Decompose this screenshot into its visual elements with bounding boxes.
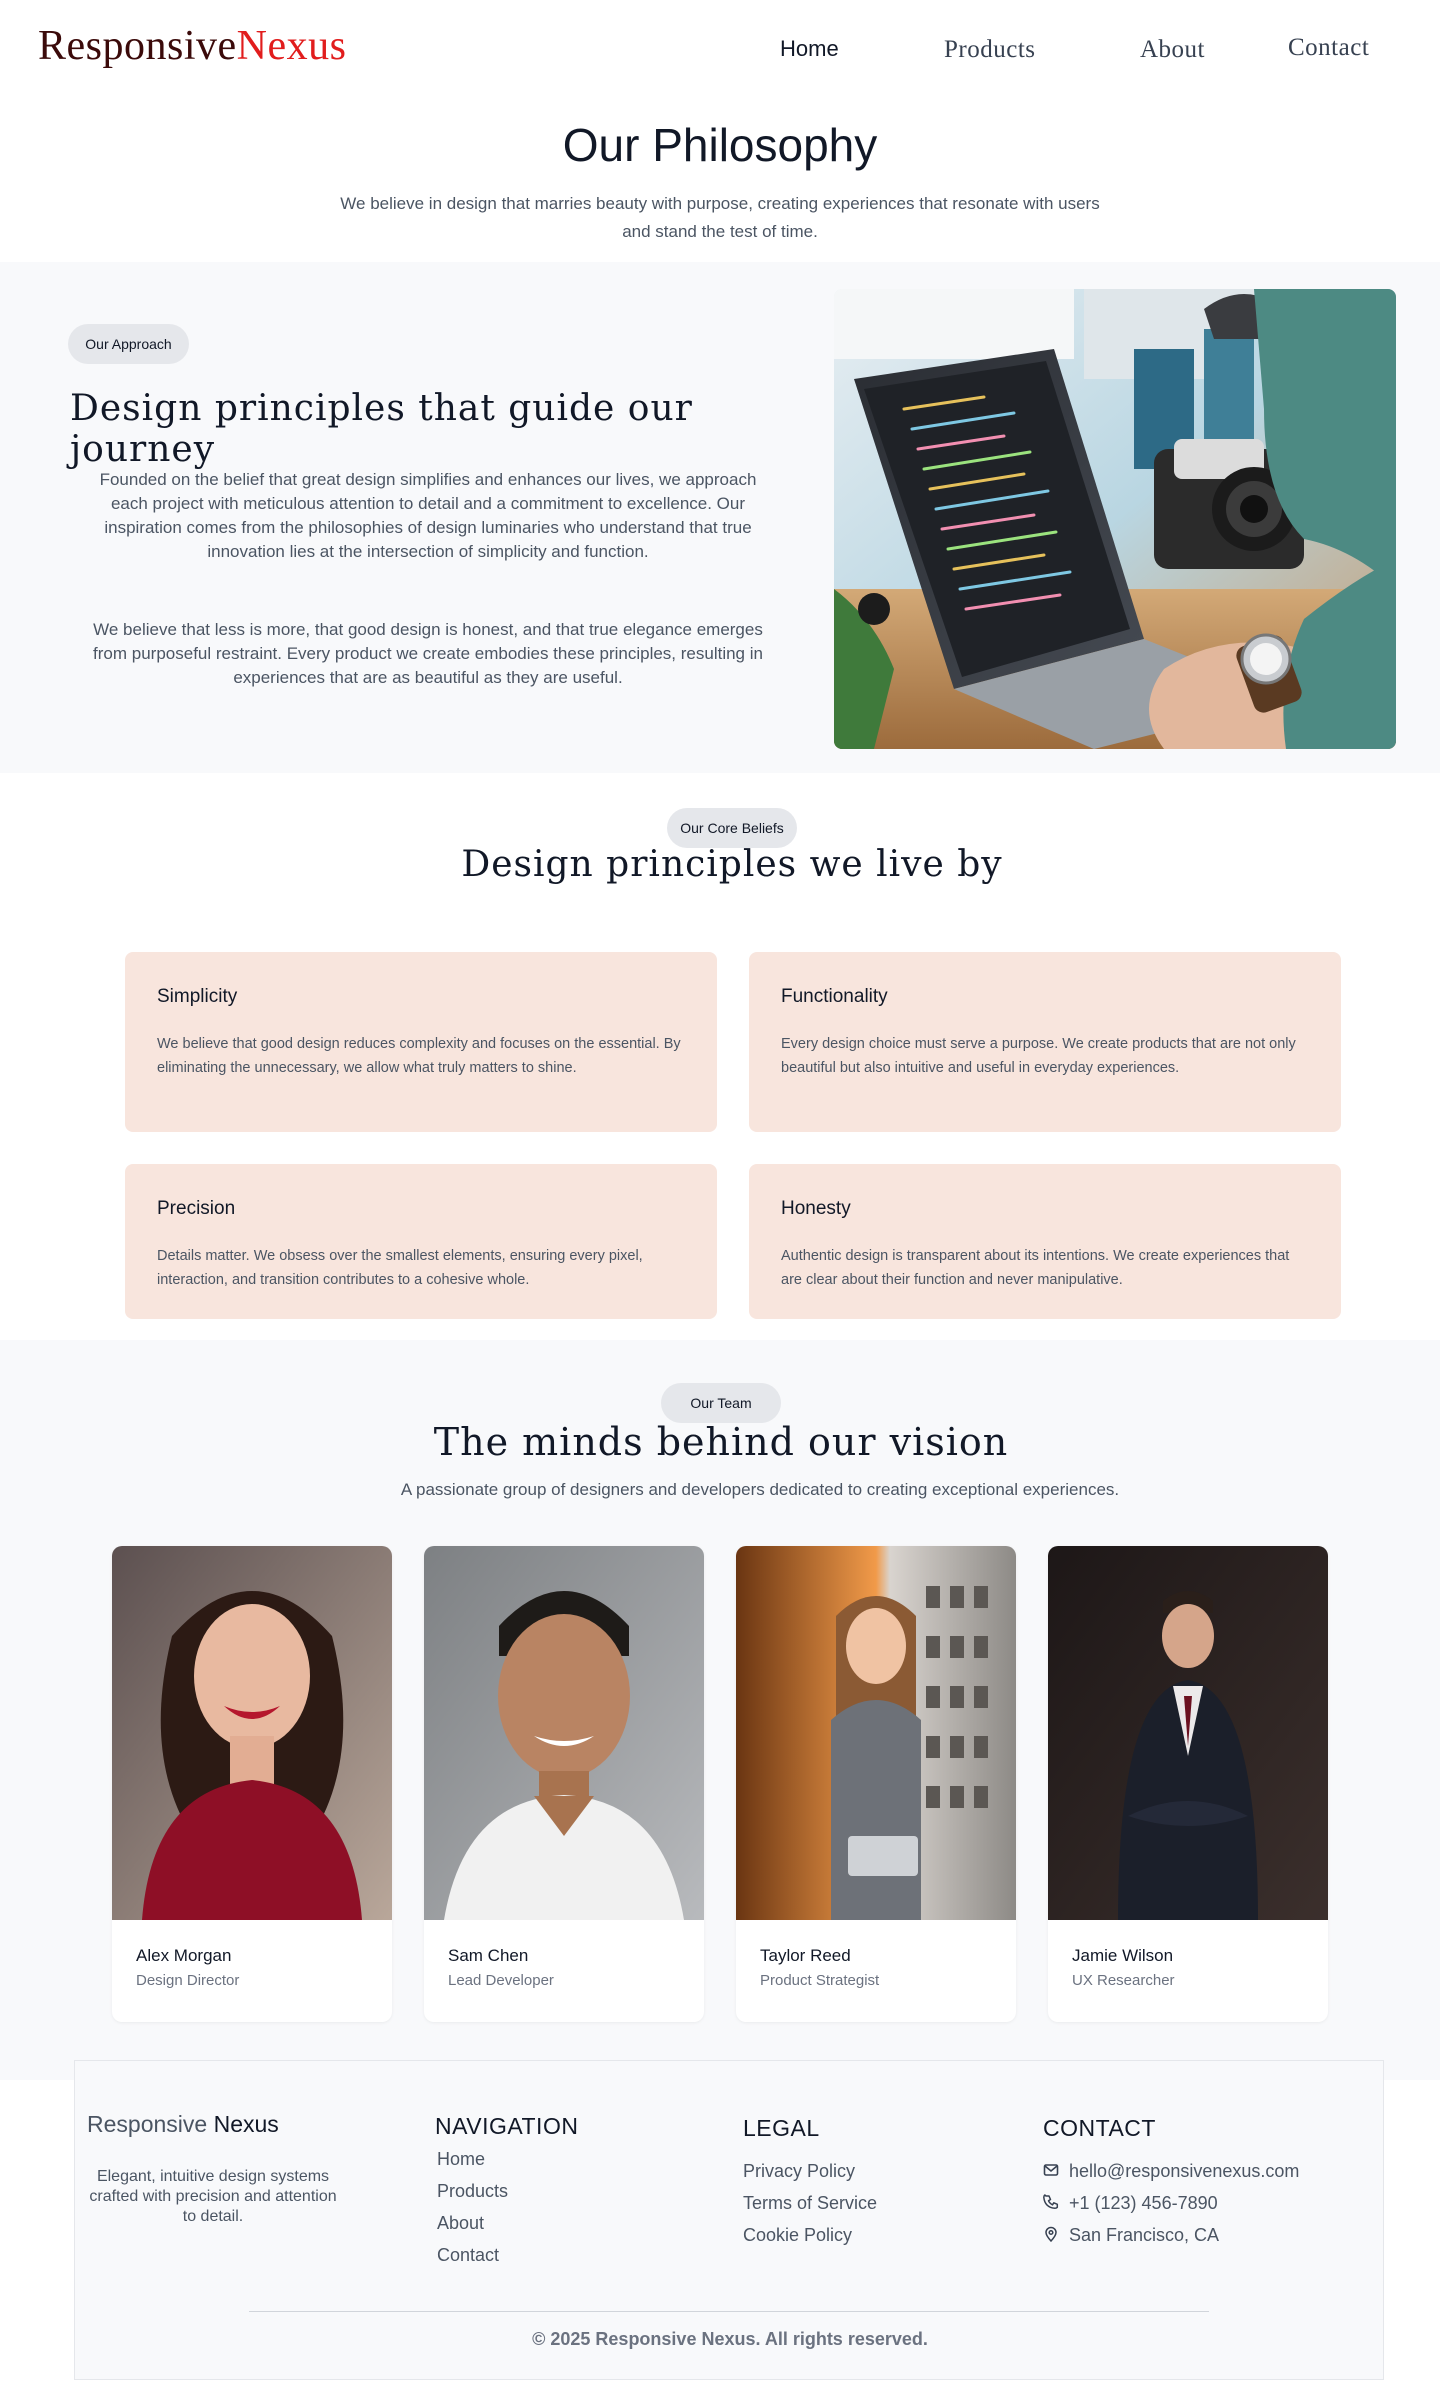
belief-card-title: Functionality	[781, 986, 888, 1007]
team-heading: The minds behind our vision	[433, 1420, 1009, 1464]
team-section: Our Team The minds behind our vision A p…	[0, 1340, 1440, 2080]
footer-link-home[interactable]: Home	[437, 2149, 485, 2170]
belief-card-precision: Precision Details matter. We obsess over…	[125, 1164, 717, 1319]
footer-legal-heading: LEGAL	[743, 2115, 820, 2141]
laptop-workspace-image	[834, 289, 1396, 749]
member-photo	[1048, 1546, 1328, 1920]
footer-link-contact[interactable]: Contact	[437, 2245, 499, 2266]
approach-heading: Design principles that guide our journey	[70, 388, 693, 470]
map-pin-icon	[1043, 2226, 1061, 2247]
footer-link-about[interactable]: About	[437, 2213, 484, 2234]
beliefs-badge: Our Core Beliefs	[667, 808, 797, 848]
footer-brand[interactable]: Responsive Nexus	[87, 2111, 279, 2138]
member-name: Taylor Reed	[760, 1946, 851, 1965]
footer-email-text: hello@responsivenexus.com	[1069, 2161, 1300, 2181]
footer-phone-text: +1 (123) 456-7890	[1069, 2193, 1218, 2213]
footer-phone[interactable]: +1 (123) 456-7890	[1043, 2193, 1218, 2215]
belief-card-title: Simplicity	[157, 986, 238, 1007]
footer-link-privacy[interactable]: Privacy Policy	[743, 2161, 855, 2182]
team-badge: Our Team	[661, 1383, 781, 1423]
philosophy-subtitle: We believe in design that marries beauty…	[340, 194, 1100, 241]
logo-part-2: Nexus	[236, 23, 347, 69]
footer-link-terms[interactable]: Terms of Service	[743, 2193, 877, 2214]
site-footer: Responsive Nexus Elegant, intuitive desi…	[74, 2060, 1384, 2380]
nav-contact[interactable]: Contact	[1288, 34, 1369, 62]
team-member-card[interactable]: Jamie Wilson UX Researcher	[1048, 1546, 1328, 2022]
phone-icon	[1043, 2194, 1061, 2215]
nav-about[interactable]: About	[1140, 36, 1205, 64]
member-role: Product Strategist	[760, 1972, 880, 1989]
belief-card-title: Precision	[157, 1198, 236, 1219]
nav-products[interactable]: Products	[944, 36, 1036, 64]
footer-location-text: San Francisco, CA	[1069, 2225, 1220, 2245]
footer-location: San Francisco, CA	[1043, 2225, 1219, 2247]
footer-navigation-heading: NAVIGATION	[435, 2113, 579, 2139]
nav-home[interactable]: Home	[780, 36, 839, 62]
approach-paragraph-2: We believe that less is more, that good …	[93, 620, 763, 687]
footer-description: Elegant, intuitive design systems crafte…	[89, 2168, 337, 2225]
belief-card-text: Authentic design is transparent about it…	[781, 1248, 1290, 1288]
belief-card-simplicity: Simplicity We believe that good design r…	[125, 952, 717, 1132]
approach-badge: Our Approach	[68, 324, 189, 364]
footer-email[interactable]: hello@responsivenexus.com	[1043, 2161, 1299, 2183]
team-subtitle: A passionate group of designers and deve…	[400, 1480, 1120, 1499]
footer-link-products[interactable]: Products	[437, 2181, 508, 2202]
footer-copyright: © 2025 Responsive Nexus. All rights rese…	[532, 2329, 928, 2349]
belief-card-text: We believe that good design reduces comp…	[157, 1036, 681, 1076]
member-photo	[424, 1546, 704, 1920]
member-name: Jamie Wilson	[1072, 1946, 1174, 1965]
footer-link-cookies[interactable]: Cookie Policy	[743, 2225, 852, 2246]
site-logo[interactable]: ResponsiveNexus	[38, 22, 346, 70]
approach-section: Our Approach Design principles that guid…	[0, 262, 1440, 773]
belief-card-honesty: Honesty Authentic design is transparent …	[749, 1164, 1341, 1319]
member-role: Lead Developer	[448, 1972, 554, 1989]
footer-brand-part-2: Nexus	[213, 2111, 279, 2137]
belief-card-text: Details matter. We obsess over the small…	[157, 1248, 643, 1288]
team-member-card[interactable]: Alex Morgan Design Director	[112, 1546, 392, 2022]
footer-brand-part-1: Responsive	[87, 2111, 208, 2137]
belief-card-text: Every design choice must serve a purpose…	[781, 1036, 1296, 1076]
footer-divider	[249, 2311, 1209, 2312]
approach-paragraph-1: Founded on the belief that great design …	[99, 470, 757, 561]
member-name: Sam Chen	[448, 1946, 529, 1965]
philosophy-title: Our Philosophy	[562, 119, 878, 171]
footer-contact-heading: CONTACT	[1043, 2115, 1156, 2141]
member-role: UX Researcher	[1072, 1972, 1175, 1989]
member-photo	[112, 1546, 392, 1920]
team-member-card[interactable]: Taylor Reed Product Strategist	[736, 1546, 1016, 2022]
team-member-card[interactable]: Sam Chen Lead Developer	[424, 1546, 704, 2022]
belief-card-title: Honesty	[781, 1198, 851, 1219]
beliefs-heading: Design principles we live by	[461, 844, 1003, 885]
member-name: Alex Morgan	[136, 1946, 232, 1965]
mail-icon	[1043, 2162, 1061, 2183]
site-header: ResponsiveNexus Home Products About Cont…	[0, 0, 1440, 100]
logo-part-1: Responsive	[38, 23, 237, 69]
member-photo	[736, 1546, 1016, 1920]
member-role: Design Director	[136, 1972, 240, 1989]
belief-card-functionality: Functionality Every design choice must s…	[749, 952, 1341, 1132]
